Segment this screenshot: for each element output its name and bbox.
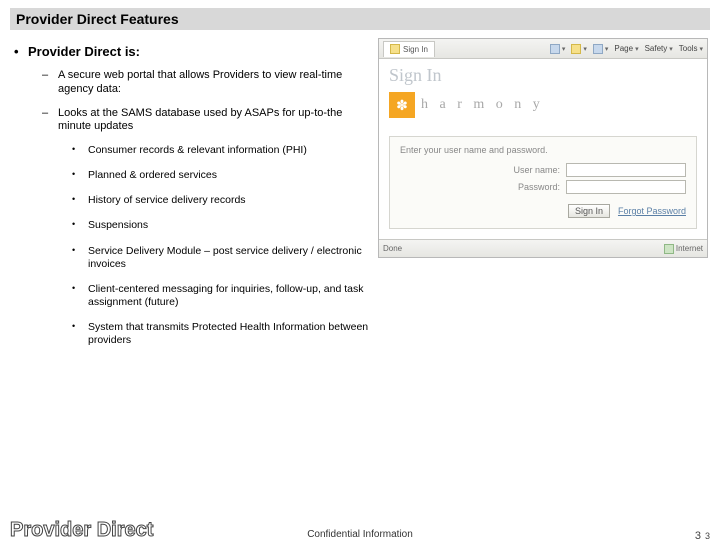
home-button[interactable]: ▾ — [550, 44, 566, 54]
chevron-down-icon: ▾ — [605, 45, 609, 53]
status-zone: Internet — [664, 244, 703, 254]
signin-button[interactable]: Sign In — [568, 204, 610, 218]
password-input[interactable] — [566, 180, 686, 194]
login-box: Enter your user name and password. User … — [389, 136, 697, 229]
screenshot-column: Sign In ▾ ▾ ▾ Page▾ Safety▾ Tools▾ Sign … — [370, 38, 710, 359]
tab-label: Sign In — [403, 45, 428, 54]
harmony-wordmark: h a r m o n y — [421, 97, 544, 113]
bullet-level2: Looks at the SAMS database used by ASAPs… — [10, 107, 370, 135]
tools-menu[interactable]: Tools▾ — [679, 44, 703, 53]
bullet-level3: System that transmits Protected Health I… — [10, 321, 370, 347]
internet-zone-icon — [664, 244, 674, 254]
toolbar-tools: ▾ ▾ ▾ Page▾ Safety▾ Tools▾ — [550, 44, 703, 54]
text-column: Provider Direct is: A secure web portal … — [10, 38, 370, 359]
feed-icon — [571, 44, 581, 54]
bullet-level3: History of service delivery records — [10, 194, 370, 207]
page-numbers: 3 3 — [695, 530, 710, 542]
password-label: Password: — [518, 182, 560, 192]
mail-button[interactable]: ▾ — [593, 44, 609, 54]
signin-heading: Sign In — [389, 65, 697, 86]
confidential-label: Confidential Information — [307, 529, 413, 540]
slide-content: Provider Direct is: A secure web portal … — [0, 30, 720, 359]
bullet-level3: Suspensions — [10, 219, 370, 232]
chevron-down-icon: ▾ — [699, 45, 703, 53]
browser-toolbar: Sign In ▾ ▾ ▾ Page▾ Safety▾ Tools▾ — [379, 39, 707, 59]
forgot-password-link[interactable]: Forgot Password — [618, 206, 686, 216]
browser-body: Sign In ✽ h a r m o n y Enter your user … — [379, 59, 707, 239]
password-row: Password: — [400, 180, 686, 194]
feeds-button[interactable]: ▾ — [571, 44, 587, 54]
favicon-icon — [390, 44, 400, 54]
home-icon — [550, 44, 560, 54]
bullet-level3: Consumer records & relevant information … — [10, 144, 370, 157]
slide-footer: Provider Direct Confidential Information… — [0, 519, 720, 542]
bullet-level3: Planned & ordered services — [10, 169, 370, 182]
slide-title: Provider Direct Features — [10, 8, 710, 30]
username-label: User name: — [513, 165, 560, 175]
bullet-level3: Service Delivery Module – post service d… — [10, 245, 370, 271]
page-number-large: 3 — [695, 530, 701, 542]
heading-level1: Provider Direct is: — [10, 44, 370, 59]
page-menu[interactable]: Page▾ — [614, 44, 638, 53]
status-right-label: Internet — [676, 244, 703, 253]
login-prompt: Enter your user name and password. — [400, 145, 686, 155]
status-left: Done — [383, 244, 402, 253]
harmony-mark-icon: ✽ — [389, 92, 415, 118]
bullet-level2: A secure web portal that allows Provider… — [10, 69, 370, 97]
username-input[interactable] — [566, 163, 686, 177]
username-row: User name: — [400, 163, 686, 177]
chevron-down-icon: ▾ — [583, 45, 587, 53]
login-actions: Sign In Forgot Password — [400, 204, 686, 218]
chevron-down-icon: ▾ — [562, 45, 566, 53]
chevron-down-icon: ▾ — [669, 45, 673, 53]
browser-status-bar: Done Internet — [379, 239, 707, 257]
browser-window: Sign In ▾ ▾ ▾ Page▾ Safety▾ Tools▾ Sign … — [378, 38, 708, 258]
bullet-level3: Client-centered messaging for inquiries,… — [10, 283, 370, 309]
safety-menu[interactable]: Safety▾ — [645, 44, 673, 53]
provider-direct-logo: Provider Direct — [10, 519, 153, 542]
browser-tab[interactable]: Sign In — [383, 41, 435, 57]
mail-icon — [593, 44, 603, 54]
harmony-logo-bar: ✽ h a r m o n y — [389, 92, 697, 118]
chevron-down-icon: ▾ — [635, 45, 639, 53]
